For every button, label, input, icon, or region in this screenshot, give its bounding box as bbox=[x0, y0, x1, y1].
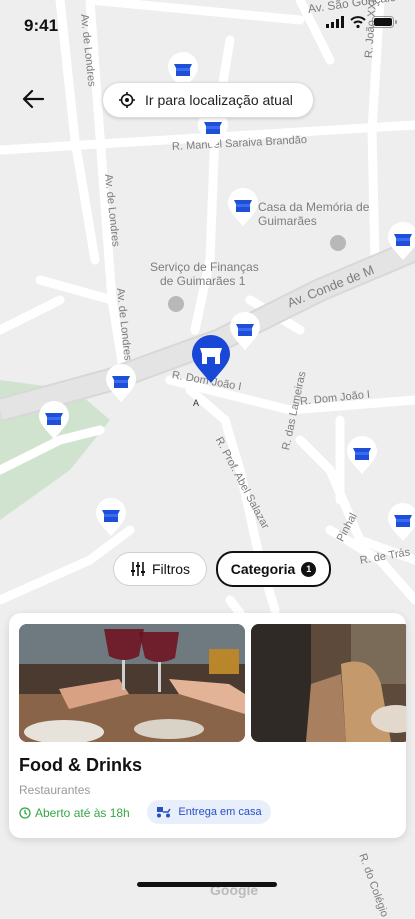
museum-poi-icon bbox=[330, 235, 346, 251]
place-category: Restaurantes bbox=[19, 783, 91, 797]
wifi-icon bbox=[350, 16, 366, 28]
delivery-scooter-icon bbox=[157, 807, 172, 818]
current-location-button[interactable]: Ir para localização atual bbox=[102, 82, 314, 118]
home-indicator bbox=[137, 882, 277, 887]
store-pin-icon[interactable] bbox=[345, 436, 379, 476]
opening-status: Aberto até às 18h bbox=[19, 806, 130, 820]
cellular-signal-icon bbox=[326, 16, 344, 28]
poi-label: Casa da Memória de Guimarães bbox=[258, 200, 370, 228]
current-location-label: Ir para localização atual bbox=[145, 92, 293, 108]
place-photo[interactable] bbox=[251, 624, 406, 742]
status-time: 9:41 bbox=[24, 16, 59, 35]
government-poi-icon bbox=[168, 296, 184, 312]
place-title: Food & Drinks bbox=[19, 755, 143, 775]
arrow-left-icon bbox=[22, 89, 44, 109]
store-pin-icon[interactable] bbox=[386, 503, 415, 543]
crosshair-icon bbox=[119, 92, 135, 108]
status-icons bbox=[326, 16, 397, 28]
store-pin-icon[interactable] bbox=[94, 498, 128, 538]
filters-label: Filtros bbox=[151, 561, 191, 577]
delivery-label: Entrega em casa bbox=[178, 806, 262, 818]
photo-illustration bbox=[251, 624, 406, 742]
poi-label: Serviço de Finanças bbox=[150, 260, 259, 274]
map-marker-letter: A bbox=[193, 398, 200, 408]
store-pin-icon[interactable] bbox=[228, 312, 262, 352]
filters-button[interactable]: Filtros bbox=[113, 552, 207, 586]
sliders-icon bbox=[130, 562, 145, 576]
delivery-badge: Entrega em casa bbox=[147, 800, 271, 824]
store-pin-icon[interactable] bbox=[104, 364, 138, 404]
category-button[interactable]: Categoria 1 bbox=[216, 551, 331, 587]
category-count-badge: 1 bbox=[301, 561, 317, 577]
store-pin-icon[interactable] bbox=[226, 188, 260, 228]
clock-icon bbox=[19, 807, 31, 819]
back-button[interactable] bbox=[18, 86, 48, 112]
store-pin-icon[interactable] bbox=[37, 401, 71, 441]
place-photo[interactable] bbox=[19, 624, 245, 742]
photo-illustration bbox=[19, 624, 245, 742]
store-pin-icon[interactable] bbox=[386, 222, 415, 262]
opening-status-label: Aberto até às 18h bbox=[35, 806, 130, 820]
poi-label: de Guimarães 1 bbox=[160, 274, 246, 288]
battery-icon bbox=[372, 16, 397, 28]
selected-store-pin-icon[interactable] bbox=[190, 335, 232, 385]
category-label: Categoria bbox=[230, 561, 296, 577]
place-card[interactable]: Food & Drinks Restaurantes Aberto até às… bbox=[9, 613, 406, 838]
